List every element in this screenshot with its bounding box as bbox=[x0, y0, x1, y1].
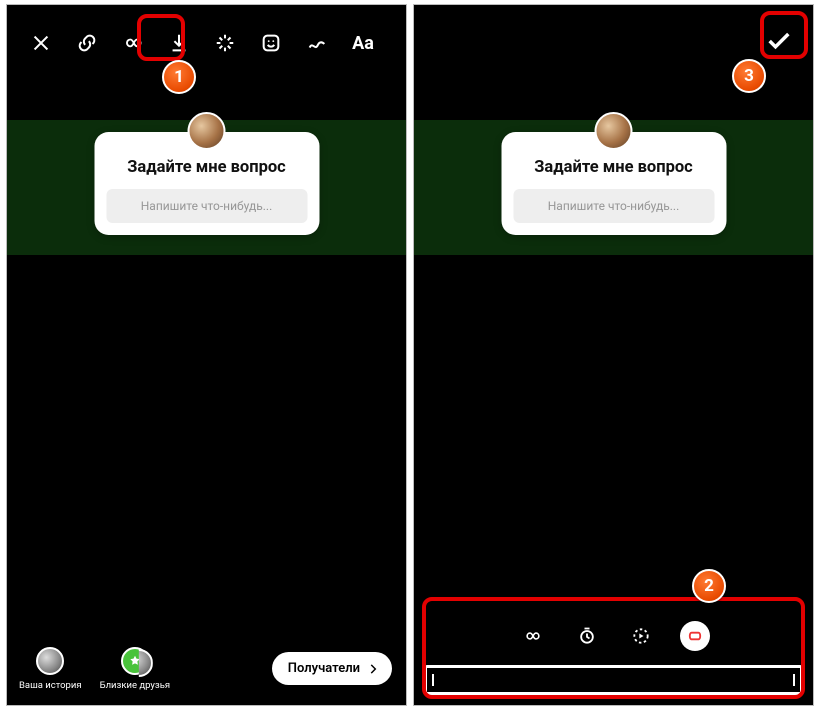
story-editor-panel-left: Aa Задайте мне вопрос Напишите что-нибуд… bbox=[6, 4, 407, 706]
recipients-label: Получатели bbox=[288, 661, 360, 676]
close-friends-label: Близкие друзья bbox=[100, 680, 171, 691]
trim-bar[interactable] bbox=[424, 665, 803, 695]
trim-handle-left[interactable] bbox=[432, 674, 434, 686]
trim-handle-right[interactable] bbox=[793, 674, 795, 686]
draw-icon[interactable] bbox=[303, 29, 331, 57]
check-icon bbox=[765, 27, 793, 55]
question-input[interactable]: Напишите что-нибудь... bbox=[106, 189, 307, 223]
done-button[interactable] bbox=[763, 25, 795, 57]
your-story-button[interactable]: Ваша история bbox=[19, 647, 82, 691]
trim-controls bbox=[424, 621, 803, 695]
close-friends-button[interactable]: Близкие друзья bbox=[100, 647, 171, 691]
timer-mode[interactable] bbox=[572, 621, 602, 651]
infinity-icon[interactable] bbox=[119, 29, 147, 57]
close-icon[interactable] bbox=[27, 29, 55, 57]
sparkle-icon[interactable] bbox=[211, 29, 239, 57]
your-story-label: Ваша история bbox=[19, 680, 82, 691]
link-icon[interactable] bbox=[73, 29, 101, 57]
chevron-right-icon bbox=[366, 662, 380, 676]
share-destinations: Ваша история Близкие друзья bbox=[19, 647, 170, 691]
question-input[interactable]: Напишите что-нибудь... bbox=[513, 189, 714, 223]
question-title: Задайте мне вопрос bbox=[106, 158, 307, 177]
question-title: Задайте мне вопрос bbox=[513, 158, 714, 177]
slowmo-mode[interactable] bbox=[626, 621, 656, 651]
loop-mode[interactable] bbox=[518, 621, 548, 651]
sticker-icon[interactable] bbox=[257, 29, 285, 57]
avatar bbox=[188, 112, 226, 150]
recipients-button[interactable]: Получатели bbox=[272, 652, 392, 685]
question-sticker[interactable]: Задайте мне вопрос Напишите что-нибудь..… bbox=[501, 132, 726, 235]
close-friends-icon bbox=[121, 647, 149, 675]
story-toolbar: Aa bbox=[7, 23, 406, 63]
avatar-icon bbox=[36, 647, 64, 675]
boomerang-mode-active[interactable] bbox=[680, 621, 710, 651]
avatar bbox=[595, 112, 633, 150]
download-icon[interactable] bbox=[165, 29, 193, 57]
story-editor-panel-right: Задайте мне вопрос Напишите что-нибудь..… bbox=[413, 4, 814, 706]
text-tool[interactable]: Aa bbox=[349, 29, 377, 57]
trim-mode-row bbox=[424, 621, 803, 651]
question-sticker[interactable]: Задайте мне вопрос Напишите что-нибудь..… bbox=[94, 132, 319, 235]
